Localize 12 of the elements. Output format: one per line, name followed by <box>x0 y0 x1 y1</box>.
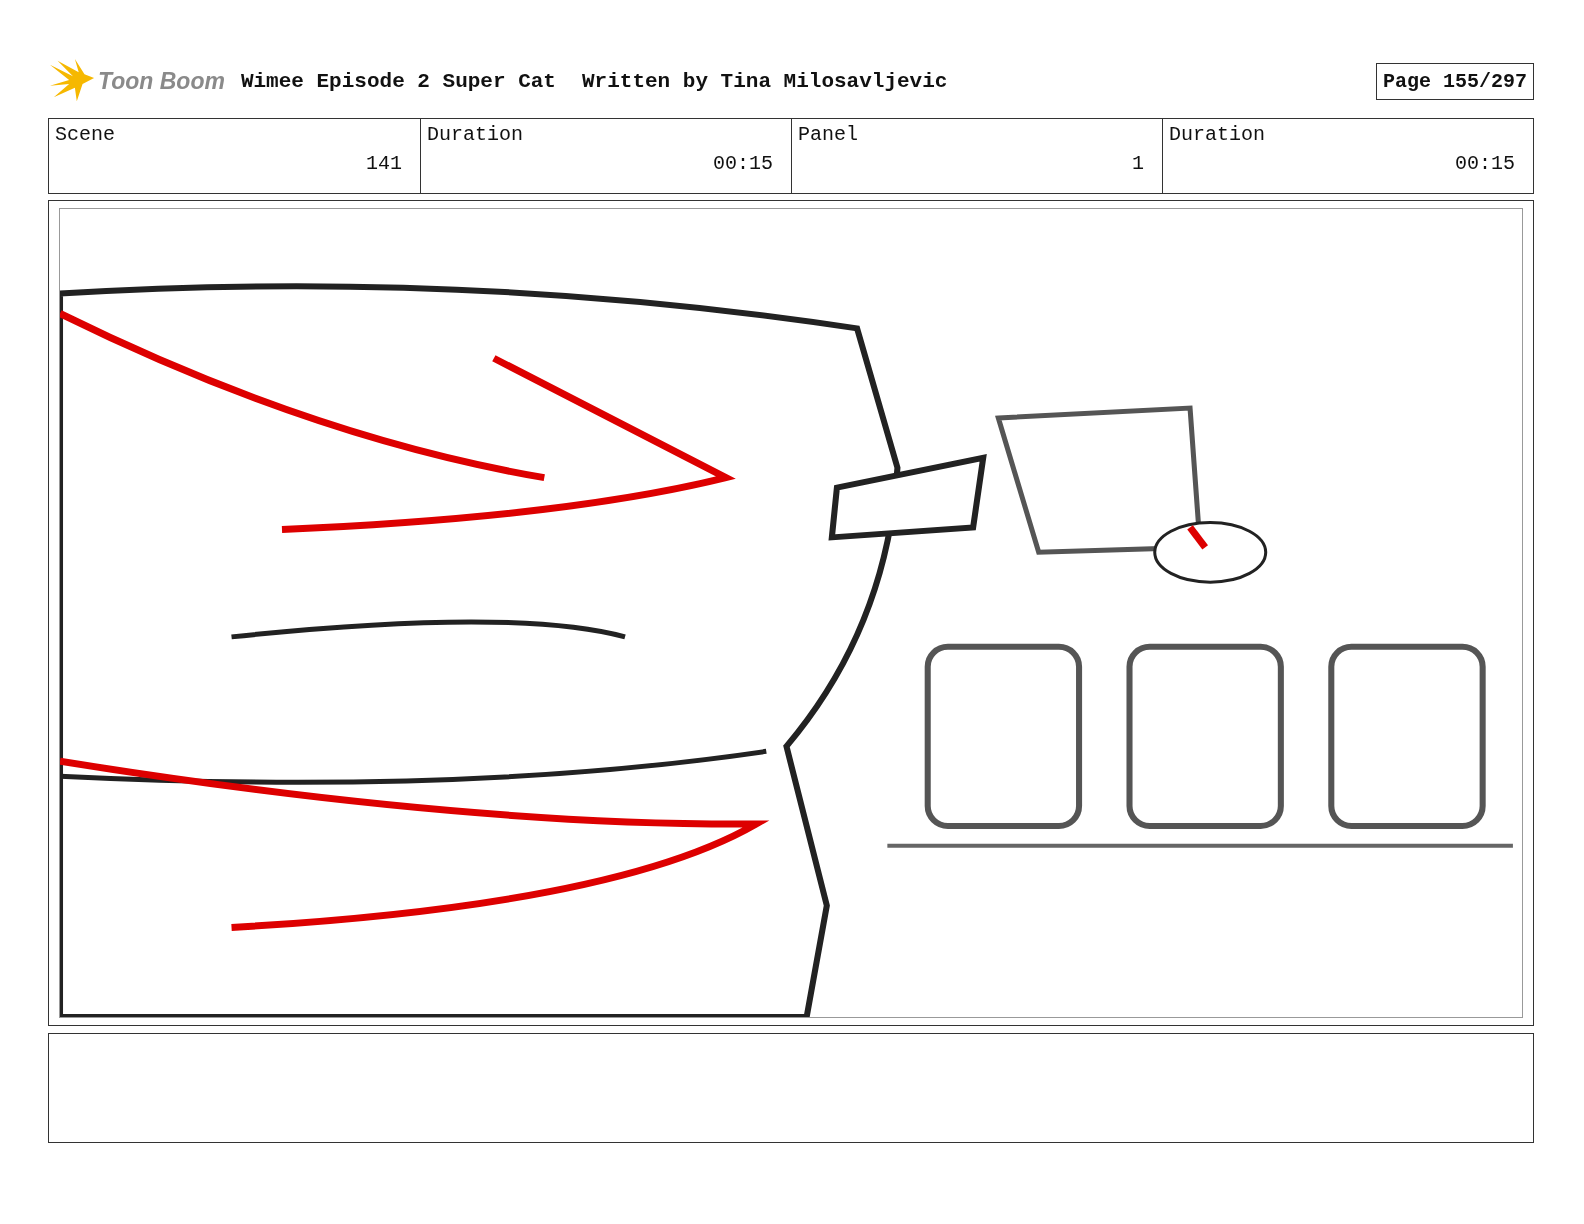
field-label: Scene <box>55 123 116 146</box>
field-label: Duration <box>427 123 524 146</box>
page-number: Page 155/297 <box>1375 62 1534 100</box>
field-value: 00:15 <box>1455 152 1515 175</box>
field-label: Panel <box>798 123 859 146</box>
field-value: 1 <box>1132 152 1144 175</box>
author-credit: Written by Tina Milosavljevic <box>581 69 948 93</box>
field-value: 141 <box>366 152 402 175</box>
logo-text: Toon Boom <box>98 67 225 95</box>
field-value: 00:15 <box>713 152 773 175</box>
storyboard-title: Wimee Episode 2 Super Cat <box>240 69 556 93</box>
field-label: Duration <box>1169 123 1266 146</box>
